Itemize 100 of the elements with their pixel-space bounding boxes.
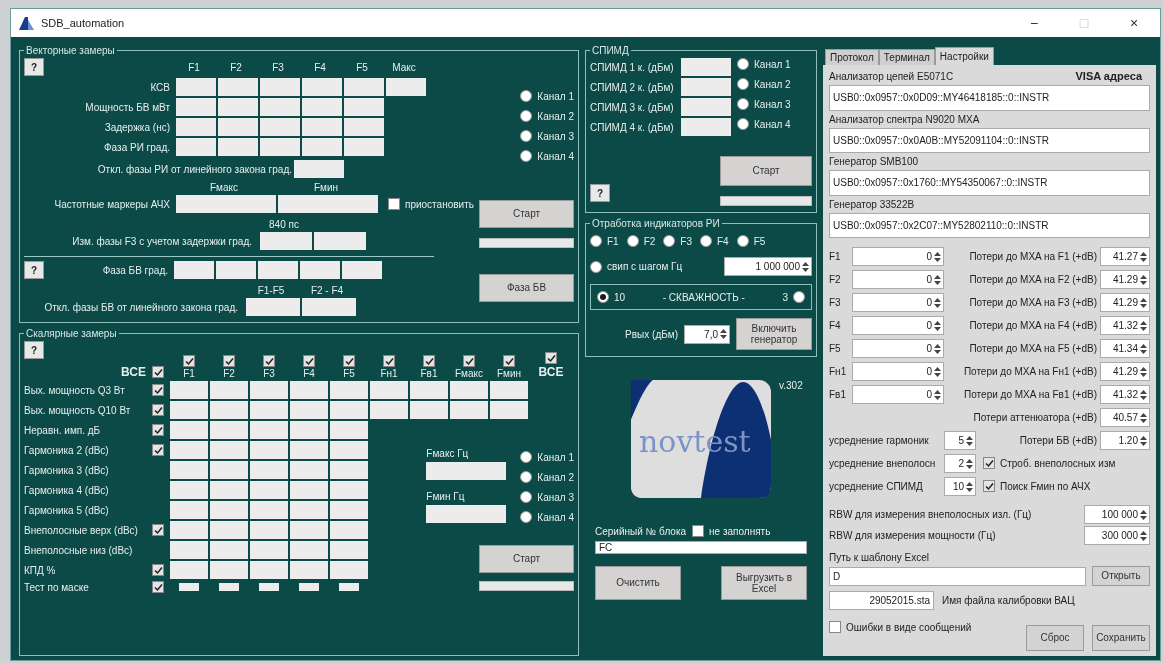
- checkbox[interactable]: [383, 355, 395, 367]
- number-spinner[interactable]: 41.29: [1100, 270, 1150, 289]
- help-button[interactable]: ?: [24, 261, 44, 279]
- spin-arrows-icon[interactable]: [1140, 250, 1147, 263]
- number-spinner[interactable]: 41.32: [1100, 316, 1150, 335]
- generator-button[interactable]: Включить генератор: [736, 318, 812, 350]
- start-button[interactable]: Старт: [479, 545, 574, 573]
- checkbox[interactable]: [303, 355, 315, 367]
- spin-arrows-icon[interactable]: [934, 273, 941, 286]
- radio-button[interactable]: Канал 1: [520, 451, 574, 463]
- number-spinner[interactable]: 0: [852, 316, 944, 335]
- tab[interactable]: Протокол: [825, 49, 879, 65]
- start-button[interactable]: Старт: [479, 200, 574, 228]
- start-button[interactable]: Старт: [720, 156, 812, 186]
- spin-arrows-icon[interactable]: [720, 328, 727, 340]
- radio-button[interactable]: Канал 3: [520, 491, 574, 503]
- spin-arrows-icon[interactable]: [1140, 365, 1147, 378]
- tab[interactable]: Настройки: [934, 47, 994, 65]
- calibration-file-field[interactable]: 29052015.sta: [829, 591, 934, 610]
- checkbox[interactable]: [343, 355, 355, 367]
- radio-button[interactable]: F3: [663, 235, 692, 247]
- spin-arrows-icon[interactable]: [934, 342, 941, 355]
- radio-button[interactable]: Канал 4: [737, 118, 791, 130]
- help-button[interactable]: ?: [24, 341, 44, 359]
- radio-button[interactable]: F4: [700, 235, 729, 247]
- spin-arrows-icon[interactable]: [966, 457, 973, 470]
- number-spinner[interactable]: 0: [852, 362, 944, 381]
- number-spinner[interactable]: 10: [944, 477, 976, 496]
- radio-button[interactable]: свип с шагом Гц: [590, 260, 683, 273]
- checkbox[interactable]: [423, 355, 435, 367]
- number-spinner[interactable]: 2: [944, 454, 976, 473]
- spin-arrows-icon[interactable]: [934, 319, 941, 332]
- address-field[interactable]: USB0::0x0957::0x0D09::MY46418185::0::INSTR: [829, 85, 1150, 111]
- number-spinner[interactable]: 7,0: [684, 324, 730, 344]
- number-spinner[interactable]: 0: [852, 385, 944, 404]
- number-spinner[interactable]: 41.29: [1100, 293, 1150, 312]
- checkbox[interactable]: [183, 355, 195, 367]
- number-spinner[interactable]: 1 000 000: [724, 257, 812, 276]
- number-spinner[interactable]: 41.29: [1100, 362, 1150, 381]
- number-spinner[interactable]: 5: [944, 431, 976, 450]
- radio-button[interactable]: Канал 2: [520, 471, 574, 483]
- address-field[interactable]: USB0::0x0957::0x1760::MY54350067::0::INSTR: [829, 170, 1150, 196]
- action-button[interactable]: Выгрузить в Excel: [721, 566, 807, 600]
- help-button[interactable]: ?: [590, 184, 610, 202]
- checkbox[interactable]: приостановить: [388, 198, 474, 210]
- spin-arrows-icon[interactable]: [1140, 273, 1147, 286]
- radio-button[interactable]: F1: [590, 235, 619, 247]
- radio-button[interactable]: F5: [736, 235, 766, 247]
- checkbox[interactable]: [152, 366, 164, 378]
- spin-arrows-icon[interactable]: [934, 250, 941, 263]
- spin-arrows-icon[interactable]: [1140, 319, 1147, 332]
- action-button[interactable]: Очистить: [595, 566, 681, 600]
- spin-arrows-icon[interactable]: [1140, 342, 1147, 355]
- spin-arrows-icon[interactable]: [966, 480, 973, 493]
- number-spinner[interactable]: 0: [852, 270, 944, 289]
- number-spinner[interactable]: 300 000: [1084, 526, 1150, 545]
- spin-arrows-icon[interactable]: [934, 365, 941, 378]
- address-field[interactable]: USB0::0x0957::0x2C07::MY52802110::0::INSTR: [829, 212, 1150, 238]
- spin-arrows-icon[interactable]: [934, 388, 941, 401]
- radio-button[interactable]: Канал 2: [737, 78, 791, 90]
- number-spinner[interactable]: 0: [852, 293, 944, 312]
- spin-arrows-icon[interactable]: [1140, 296, 1147, 309]
- checkbox[interactable]: [545, 352, 557, 364]
- spin-arrows-icon[interactable]: [1140, 411, 1147, 424]
- help-button[interactable]: ?: [24, 58, 44, 76]
- open-button[interactable]: Открыть: [1092, 566, 1150, 586]
- number-spinner[interactable]: 41.27: [1100, 247, 1150, 266]
- checkbox[interactable]: [463, 355, 475, 367]
- template-path-field[interactable]: D: [829, 566, 1086, 586]
- checkbox[interactable]: [223, 355, 235, 367]
- settings-button[interactable]: Сохранить: [1092, 625, 1150, 651]
- tab[interactable]: Терминал: [878, 49, 935, 65]
- radio-button[interactable]: Канал 2: [520, 110, 574, 122]
- radio-button[interactable]: Канал 4: [520, 150, 574, 162]
- spin-arrows-icon[interactable]: [802, 260, 809, 273]
- settings-button[interactable]: Сброс: [1026, 625, 1084, 651]
- checkbox[interactable]: [263, 355, 275, 367]
- number-spinner[interactable]: 40.57: [1100, 408, 1150, 427]
- radio-button[interactable]: 10: [597, 291, 626, 303]
- checkbox[interactable]: Ошибки в виде сообщений: [829, 621, 972, 633]
- number-spinner[interactable]: 0: [852, 339, 944, 358]
- number-spinner[interactable]: 100 000: [1084, 505, 1150, 524]
- number-spinner[interactable]: 41.34: [1100, 339, 1150, 358]
- address-field[interactable]: USB0::0x0957::0x0A0B::MY52091104::0::INSTR: [829, 127, 1150, 153]
- window-control-button[interactable]: ×: [1112, 10, 1156, 36]
- number-spinner[interactable]: 41.32: [1100, 385, 1150, 404]
- number-spinner[interactable]: 1.20: [1100, 431, 1150, 450]
- spin-arrows-icon[interactable]: [1140, 388, 1147, 401]
- window-control-button[interactable]: −: [1012, 10, 1056, 36]
- checkbox[interactable]: Строб. внеполосных изм: [983, 457, 1116, 470]
- spin-arrows-icon[interactable]: [966, 434, 973, 447]
- number-spinner[interactable]: 0: [852, 247, 944, 266]
- radio-button[interactable]: F2: [626, 235, 656, 247]
- radio-button[interactable]: Канал 3: [520, 130, 574, 142]
- checkbox[interactable]: Поиск Fмин по АЧХ: [983, 480, 1091, 493]
- checkbox[interactable]: [503, 355, 515, 367]
- radio-button[interactable]: Канал 4: [520, 511, 574, 523]
- serial-number-field[interactable]: FC: [595, 541, 807, 554]
- spin-arrows-icon[interactable]: [1140, 434, 1147, 447]
- radio-button[interactable]: Канал 3: [737, 98, 791, 110]
